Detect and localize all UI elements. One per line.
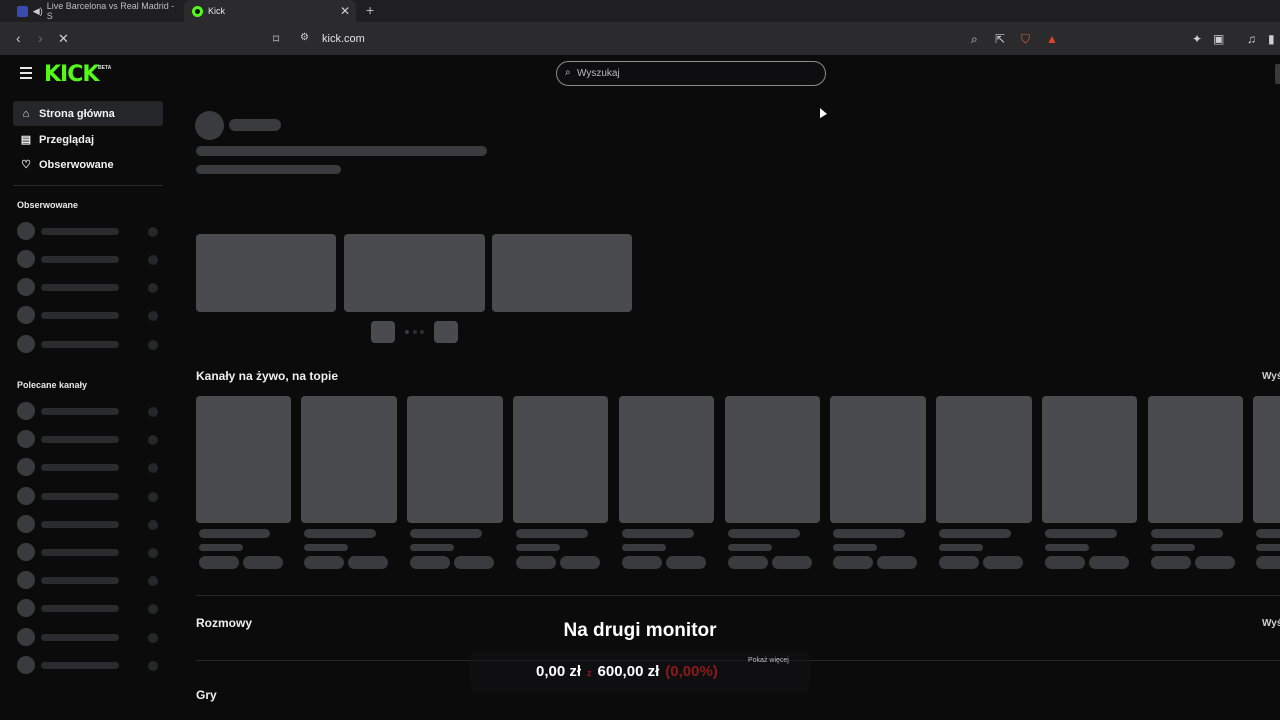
- carousel-dot[interactable]: [405, 330, 409, 334]
- search-input[interactable]: [577, 66, 807, 81]
- share-icon[interactable]: ⇱: [995, 32, 1005, 46]
- followed-heading: Obserwowane: [17, 200, 79, 210]
- carousel-card-skeleton: [492, 234, 632, 312]
- bookmark-icon[interactable]: ⌑: [273, 32, 279, 46]
- overlay-goal: 600,00 zł: [597, 663, 660, 680]
- talks-title: Rozmowy: [196, 616, 253, 630]
- overlay-percent: (0,00%): [665, 663, 718, 680]
- home-icon: ⌂: [22, 107, 30, 120]
- brave-rewards-icon[interactable]: ▲: [1046, 32, 1058, 46]
- recommended-skeleton-row: [17, 458, 162, 476]
- sidebar-item-home[interactable]: ⌂ Strona główna: [13, 101, 163, 126]
- recommended-skeleton-row: [17, 430, 162, 448]
- recommended-heading: Polecane kanały: [17, 380, 88, 390]
- login-button-partial[interactable]: [1275, 64, 1280, 84]
- live-channels-more-link[interactable]: Wyś: [1262, 371, 1280, 382]
- carousel-card-skeleton: [344, 234, 485, 312]
- sidebar-item-browse[interactable]: ▤ Przeglądaj: [13, 127, 163, 152]
- carousel-prev-button[interactable]: [371, 321, 395, 343]
- followed-skeleton-row: [17, 335, 162, 353]
- show-more-link[interactable]: Pokaż więcej: [748, 657, 789, 664]
- site-settings-icon[interactable]: ⚙: [300, 32, 309, 43]
- carousel-next-button[interactable]: [434, 321, 458, 343]
- media-icon[interactable]: ♫: [1247, 32, 1256, 46]
- overlay-amount: 0,00 zł z 600,00 zł (0,00%): [536, 663, 718, 680]
- tab-title: Live Barcelona vs Real Madrid - S: [46, 1, 175, 21]
- followed-skeleton-row: [17, 306, 162, 324]
- browser-tab-kick[interactable]: Kick ✕: [184, 0, 356, 22]
- browser-toolbar: [0, 22, 1280, 55]
- talks-more-link[interactable]: Wyś: [1262, 618, 1280, 629]
- extensions-icon[interactable]: ✦: [1192, 32, 1202, 46]
- zoom-icon[interactable]: ⌕: [971, 32, 978, 47]
- kick-logo[interactable]: KICK: [44, 62, 99, 87]
- carousel-dot[interactable]: [413, 330, 417, 334]
- sidebar-item-label: Strona główna: [39, 107, 115, 120]
- search-box[interactable]: ⌕: [556, 61, 826, 86]
- recommended-skeleton-row: [17, 402, 162, 420]
- back-icon[interactable]: ‹: [16, 30, 21, 46]
- recommended-skeleton-row: [17, 571, 162, 589]
- featured-text-skeleton: [196, 146, 487, 156]
- browse-icon: ▤: [20, 134, 32, 146]
- featured-name-skeleton: [229, 119, 281, 131]
- tab-title: Kick: [208, 6, 226, 16]
- carousel-dot[interactable]: [420, 330, 424, 334]
- screenshot-icon[interactable]: ▣: [1213, 32, 1224, 46]
- new-tab-icon[interactable]: +: [366, 2, 374, 18]
- overlay-title: Na drugi monitor: [563, 620, 717, 641]
- recommended-skeleton-row: [17, 599, 162, 617]
- recommended-skeleton-row: [17, 628, 162, 646]
- recommended-skeleton-row: [17, 487, 162, 505]
- overlay-separator: z: [587, 668, 592, 678]
- followed-skeleton-row: [17, 222, 162, 240]
- featured-avatar-skeleton: [195, 111, 224, 140]
- recommended-skeleton-row: [17, 656, 162, 674]
- beta-badge: BETA: [98, 65, 112, 71]
- sidebar-item-following[interactable]: ♡ Obserwowane: [13, 152, 163, 177]
- kick-favicon-icon: [192, 5, 203, 17]
- close-tab-icon[interactable]: ✕: [340, 4, 350, 18]
- recommended-skeleton-row: [17, 543, 162, 561]
- forward-icon[interactable]: ›: [38, 30, 43, 46]
- sidebar-item-label: Obserwowane: [39, 158, 114, 171]
- games-title: Gry: [196, 688, 217, 702]
- search-icon: ⌕: [565, 67, 571, 78]
- live-channels-title: Kanały na żywo, na topie: [196, 369, 339, 383]
- recommended-skeleton-row: [17, 515, 162, 533]
- brave-shield-icon[interactable]: ⛉: [1021, 32, 1030, 47]
- browser-tab-barcelona[interactable]: ◀) Live Barcelona vs Real Madrid - S: [10, 0, 180, 22]
- browser-tab-bar: ◀) Live Barcelona vs Real Madrid - S Kic…: [0, 0, 1280, 22]
- section-divider: [196, 595, 1280, 596]
- tab-favicon-icon: [17, 5, 28, 17]
- featured-text-skeleton: [196, 165, 341, 174]
- stop-loading-icon[interactable]: ✕: [58, 31, 69, 47]
- sidebar-toggle-icon[interactable]: ▮: [1268, 32, 1275, 46]
- heart-icon: ♡: [21, 159, 31, 171]
- followed-skeleton-row: [17, 278, 162, 296]
- speaker-icon: ◀): [32, 5, 43, 16]
- sidebar-item-label: Przeglądaj: [39, 133, 95, 146]
- menu-icon[interactable]: [20, 67, 32, 82]
- address-bar[interactable]: kick.com: [322, 33, 365, 45]
- carousel-card-skeleton: [196, 234, 336, 312]
- sidebar-divider: [13, 185, 163, 186]
- overlay-current: 0,00 zł: [536, 663, 582, 680]
- followed-skeleton-row: [17, 250, 162, 268]
